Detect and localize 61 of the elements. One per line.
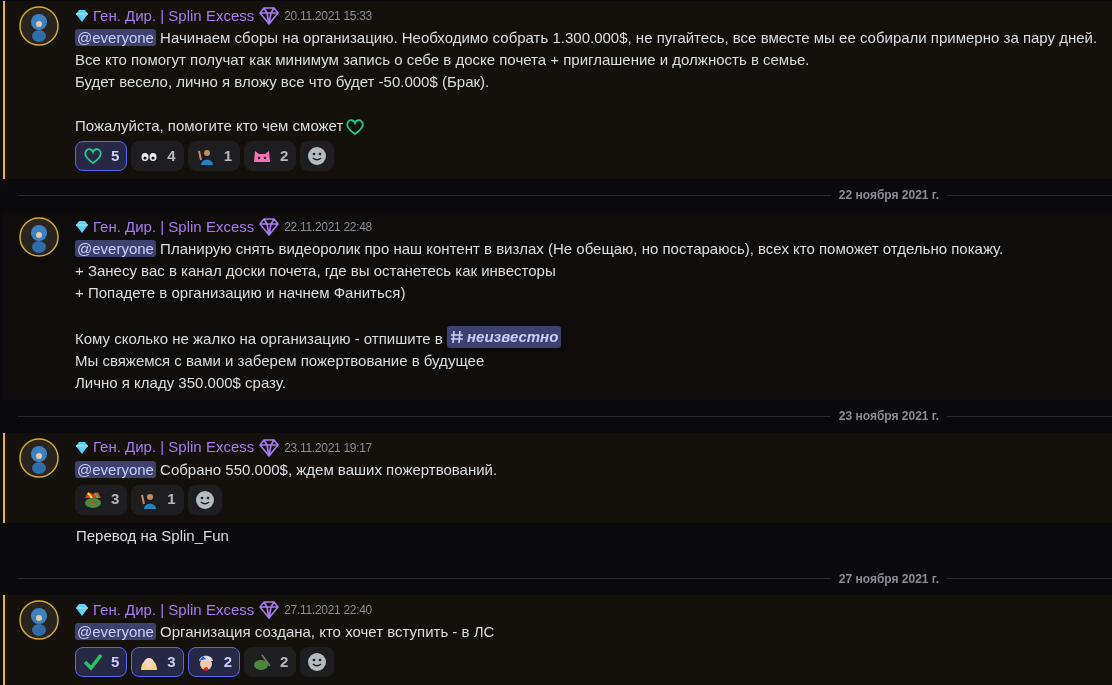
gem-outline-icon — [258, 600, 281, 620]
message-text: Кому сколько не жалко на организацию - отпишите в неизвестно — [75, 325, 1004, 350]
message-text: + Занесу вас в канал доски почета, где вы останетесь как инвесторы — [75, 260, 557, 281]
diamond-icon — [75, 219, 89, 234]
gem-outline-icon — [258, 216, 281, 237]
author-name[interactable]: Ген. Дир. | Splin Excess — [93, 4, 255, 28]
channel-link[interactable]: неизвестно — [447, 325, 562, 348]
author-name[interactable]: Ген. Дир. | Splin Excess — [93, 436, 255, 459]
reaction-button[interactable]: 3 — [131, 647, 184, 677]
avatar-icon[interactable] — [19, 6, 59, 46]
message-text: @everyone Начинаем сборы на организацию. Необходимо собрать 1.300.000$, не пугайтесь, все вместе мы ее собирали примерно за пару дней. — [75, 28, 1098, 48]
diamond-icon — [75, 440, 89, 455]
author-name[interactable]: Ген. Дир. | Splin Excess — [93, 598, 255, 622]
reaction-button[interactable]: 4 — [131, 141, 184, 172]
message-text: Лично я кладу 350.000$ сразу. — [75, 372, 287, 393]
heart-emoji-icon — [345, 117, 366, 138]
mention-tag[interactable]: @everyone — [75, 239, 156, 257]
diamond-icon — [75, 9, 89, 23]
hash-icon — [450, 329, 464, 344]
avatar-icon[interactable] — [19, 437, 59, 478]
add-reaction-button[interactable] — [187, 484, 222, 515]
timestamp: 27.11.2021 22:40 — [284, 602, 372, 619]
avatar-icon[interactable] — [19, 216, 59, 257]
gem-outline-icon — [258, 437, 281, 458]
reaction-button[interactable]: 1 — [187, 141, 241, 172]
timestamp: 20.11.2021 15:33 — [284, 8, 372, 25]
message-text: @everyone Планирую снять видеоролик про наш контент в визлах (Не обещаю, но постараюсь), всех кто поможет отдельно покажу. — [75, 238, 1004, 259]
mention-tag[interactable]: @everyone — [75, 29, 156, 46]
date-divider-label: 22 ноября 2021 г. — [838, 187, 939, 205]
smiley-icon — [194, 489, 215, 510]
reaction-button[interactable]: 3 — [75, 484, 128, 515]
reaction-button[interactable]: 2 — [187, 647, 241, 677]
reaction-button[interactable]: 5 — [75, 647, 128, 677]
mention-tag[interactable]: @everyone — [75, 623, 156, 640]
reaction-button[interactable]: 1 — [131, 484, 184, 515]
author-name[interactable]: Ген. Дир. | Splin Excess — [93, 215, 255, 239]
message-text: Будет весело, лично я вложу все что будет -50.000$ (Брак). — [75, 72, 491, 92]
message-text: Мы свяжемся с вами и заберем пожертвование в будущее — [75, 350, 486, 371]
reaction-button[interactable]: 5 — [75, 141, 128, 172]
diamond-icon — [75, 603, 89, 617]
timestamp: 23.11.2021 19:17 — [284, 439, 372, 457]
add-reaction-button[interactable] — [300, 141, 335, 172]
smiley-icon — [307, 652, 328, 672]
message-text: Пожалуйста, помогите кто чем сможет — [75, 115, 1098, 138]
message-text: + Попадете в организацию и начнем Фаниться) — [75, 282, 407, 303]
heart-emoji-icon — [83, 146, 103, 167]
mention-tag[interactable]: @everyone — [75, 460, 156, 478]
timestamp: 22.11.2021 22:48 — [284, 218, 372, 236]
message-text: Все кто помогут получат как минимум запись о себе в доске почета + приглашение и должность в семье. — [75, 50, 811, 70]
smiley-icon — [307, 146, 328, 167]
message-text: Перевод на Splin_Fun — [76, 525, 230, 546]
gem-outline-icon — [258, 6, 281, 26]
date-divider-label: 23 ноября 2021 г. — [838, 408, 939, 426]
avatar-icon[interactable] — [19, 600, 59, 640]
message-text: @everyone Организация создана, кто хочет вступить - в ЛС — [75, 621, 495, 642]
reaction-button[interactable]: 2 — [244, 647, 297, 677]
check-mark-icon — [83, 652, 103, 672]
date-divider-label: 27 ноября 2021 г. — [838, 570, 939, 588]
message-text: @everyone Собрано 550.000$, ждем ваших пожертвований. — [75, 459, 498, 480]
add-reaction-button[interactable] — [300, 647, 335, 677]
reaction-button[interactable]: 2 — [244, 141, 297, 172]
